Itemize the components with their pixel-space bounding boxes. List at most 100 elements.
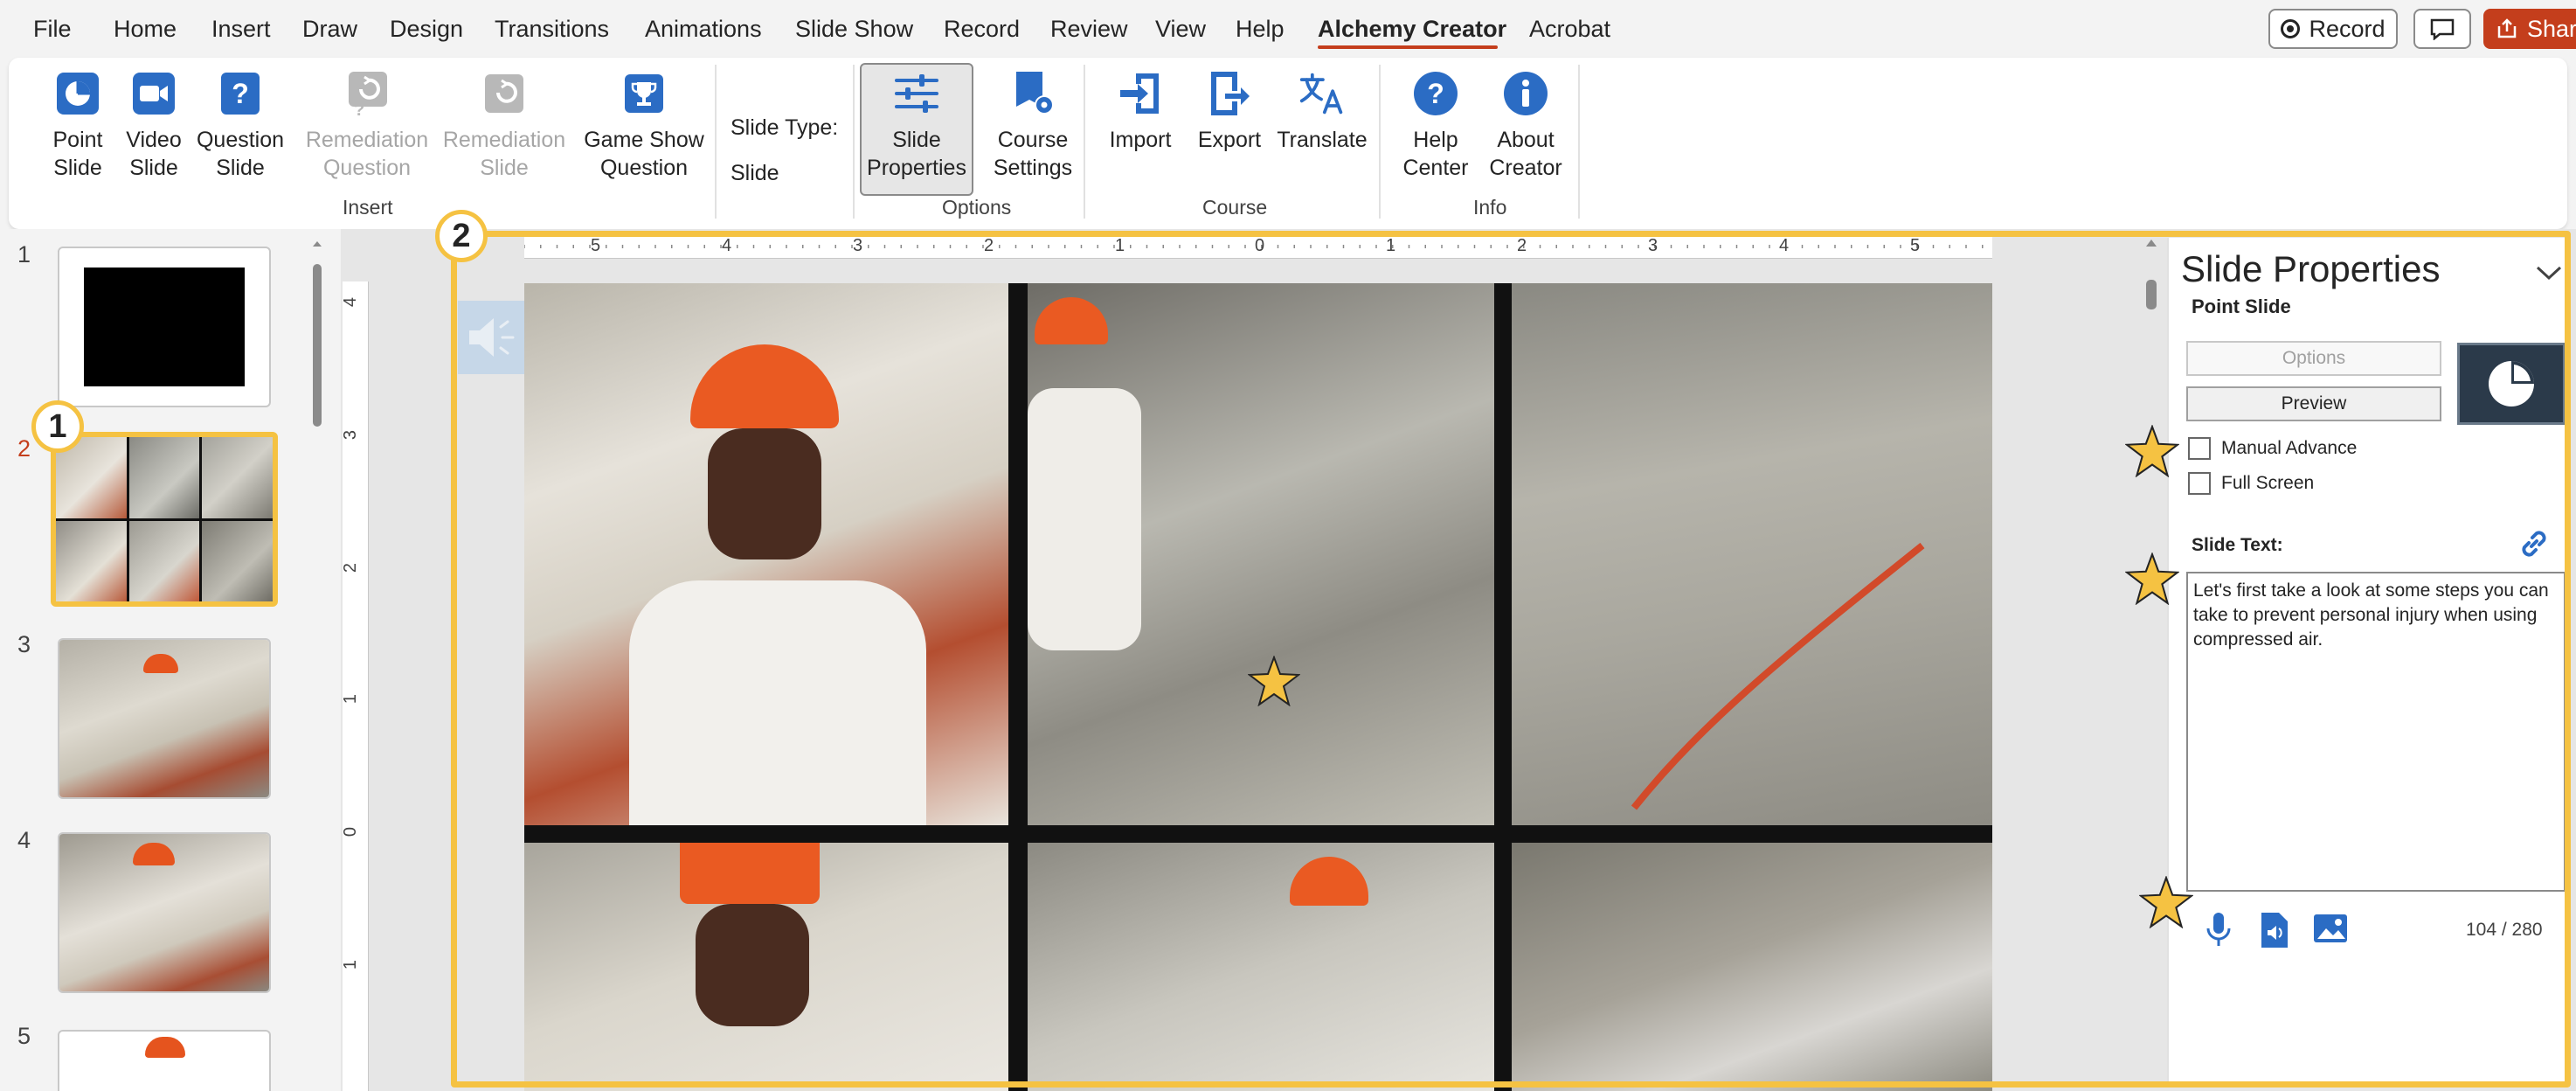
worker-compressed-air-photo[interactable] <box>1028 283 1494 825</box>
share-icon <box>2497 18 2517 38</box>
game-show-question-button[interactable]: Game Show Question <box>578 70 710 182</box>
preview-button[interactable]: Preview <box>2186 386 2441 421</box>
remediation-slide-button[interactable]: Remediation Slide <box>439 70 570 182</box>
audio-file-icon[interactable] <box>2260 911 2289 949</box>
slide-thumbnail-5[interactable] <box>58 1030 271 1091</box>
slide-thumbnail-2[interactable] <box>51 432 278 607</box>
import-button[interactable]: Import <box>1101 70 1180 154</box>
menu-file[interactable]: File <box>33 16 72 43</box>
group-separator <box>1578 65 1580 219</box>
menu-record[interactable]: Record <box>944 16 1020 43</box>
video-slide-button[interactable]: Video Slide <box>119 70 189 182</box>
properties-title: Slide Properties <box>2181 248 2441 289</box>
menu-acrobat[interactable]: Acrobat <box>1529 16 1610 43</box>
point-slide-preview-icon <box>2457 343 2566 425</box>
question-icon: ? <box>221 73 260 115</box>
canvas-scrollbar[interactable] <box>2143 236 2160 1091</box>
comments-button[interactable] <box>2413 9 2471 49</box>
thumbnail-photo <box>56 520 127 601</box>
audio-speaker-icon[interactable] <box>458 301 524 374</box>
record-button-label: Record <box>2309 15 2386 42</box>
remediation-question-button[interactable]: ? Remediation Question <box>297 70 437 182</box>
ruler-number: 4 <box>341 296 361 308</box>
slide-text-label: Slide Text: <box>2192 535 2283 555</box>
group-label-insert: Insert <box>343 196 393 219</box>
worker-with-hose-photo[interactable] <box>524 843 1008 1091</box>
image-icon[interactable] <box>2312 911 2349 946</box>
ruler-number: 2 <box>1517 236 1527 255</box>
slide-thumbnail-3[interactable] <box>58 638 271 799</box>
ribbon: Point Slide Video Slide ? Question Slide… <box>9 58 2567 229</box>
point-slide-label: Point Slide <box>52 128 103 180</box>
options-button[interactable]: Options <box>2186 341 2441 376</box>
thumbnail-photo <box>128 437 200 518</box>
ruler-number: 1 <box>1386 236 1396 255</box>
share-button[interactable]: Share <box>2483 9 2576 49</box>
course-settings-button[interactable]: Course Settings <box>980 70 1085 182</box>
checkbox-box[interactable] <box>2188 437 2211 460</box>
course-settings-label: Course Settings <box>993 128 1073 180</box>
menu-animations[interactable]: Animations <box>645 16 762 43</box>
microphone-icon[interactable] <box>2204 911 2233 949</box>
about-creator-button[interactable]: About Creator <box>1482 70 1569 182</box>
menu-design[interactable]: Design <box>390 16 463 43</box>
menu-slide-show[interactable]: Slide Show <box>795 16 913 43</box>
ruler-number: 1 <box>341 959 361 970</box>
point-slide-button[interactable]: Point Slide <box>37 70 119 182</box>
thumbnail-photo <box>202 437 273 518</box>
factory-machine-photo[interactable] <box>1512 843 1992 1091</box>
factory-floor-hose-photo[interactable] <box>1512 283 1992 825</box>
slide-thumbnail-4[interactable] <box>58 832 271 993</box>
slide-text-area[interactable]: Let's first take a look at some steps yo… <box>2186 572 2566 892</box>
group-separator <box>715 65 717 219</box>
question-slide-button[interactable]: ? Question Slide <box>192 70 288 182</box>
svg-text:?: ? <box>1427 78 1444 109</box>
menu-insert[interactable]: Insert <box>211 16 271 43</box>
full-screen-checkbox[interactable]: Full Screen <box>2188 472 2314 495</box>
slide-thumbnail-1[interactable] <box>58 247 271 407</box>
group-separator <box>853 65 855 219</box>
help-center-button[interactable]: ? Help Center <box>1396 70 1475 182</box>
white-coat-shape <box>629 580 926 825</box>
thumbnail-number-selected: 2 <box>17 435 31 462</box>
slide-properties-button[interactable]: Slide Properties <box>860 63 973 196</box>
help-circle-icon: ? <box>1414 72 1458 115</box>
menu-draw[interactable]: Draw <box>302 16 357 43</box>
ruler-number: 4 <box>722 236 732 255</box>
callout-badge-1: 1 <box>31 400 84 453</box>
ruler-number: 4 <box>1779 236 1790 255</box>
ruler-number: 2 <box>984 236 994 255</box>
course-settings-icon <box>1016 72 1054 115</box>
checkbox-box[interactable] <box>2188 472 2211 495</box>
group-separator <box>1084 65 1085 219</box>
thumbnail-scrollbar[interactable] <box>311 238 323 1091</box>
menu-review[interactable]: Review <box>1050 16 1128 43</box>
record-icon <box>2281 19 2301 38</box>
svg-text:?: ? <box>354 101 364 117</box>
ruler-number: 1 <box>1115 236 1125 255</box>
slide-canvas[interactable] <box>524 283 1992 1091</box>
manual-advance-checkbox[interactable]: Manual Advance <box>2188 437 2357 460</box>
properties-subtitle: Point Slide <box>2192 295 2291 317</box>
menu-alchemy-creator[interactable]: Alchemy Creator <box>1318 16 1506 43</box>
worker-reaching-photo[interactable] <box>1028 843 1494 1091</box>
chevron-down-icon[interactable] <box>2534 264 2564 281</box>
menu-home[interactable]: Home <box>114 16 177 43</box>
import-label: Import <box>1109 128 1172 152</box>
menu-help[interactable]: Help <box>1236 16 1285 43</box>
worker-adjusting-glasses-photo[interactable] <box>524 283 1008 825</box>
group-label-info: Info <box>1473 196 1507 219</box>
scrollbar-thumb[interactable] <box>2146 280 2157 309</box>
about-creator-label: About Creator <box>1489 128 1562 180</box>
manual-advance-label: Manual Advance <box>2221 438 2358 458</box>
video-slide-label: Video Slide <box>126 128 182 180</box>
thumbnail-number: 3 <box>17 631 31 657</box>
menu-transitions[interactable]: Transitions <box>495 16 609 43</box>
scrollbar-thumb[interactable] <box>313 264 322 427</box>
link-icon[interactable] <box>2517 526 2552 561</box>
menu-view[interactable]: View <box>1155 16 1206 43</box>
record-button[interactable]: Record <box>2268 9 2398 49</box>
export-icon <box>1211 72 1250 115</box>
translate-button[interactable]: Translate <box>1274 70 1370 154</box>
export-button[interactable]: Export <box>1190 70 1269 154</box>
